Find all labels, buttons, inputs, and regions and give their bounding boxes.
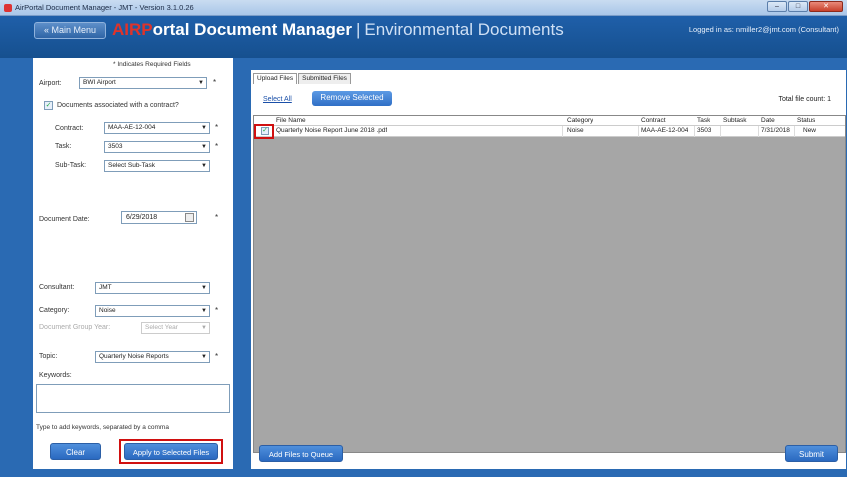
subtask-select[interactable]: Select Sub-Task ▼ [104,160,210,172]
apply-to-selected-button[interactable]: Apply to Selected Files [124,443,218,460]
chevron-down-icon: ▼ [201,308,207,314]
status-cell: New [803,127,817,134]
upload-tabs: Upload Files Submitted Files [253,73,352,84]
cell-divider [720,126,721,137]
tab-upload-files[interactable]: Upload Files [253,73,298,84]
main-menu-button[interactable]: « Main Menu [34,22,106,39]
calendar-icon[interactable] [185,213,194,222]
brand-prefix: AIRP [112,20,153,39]
highlight-box [254,124,274,139]
app-window: AirPortal Document Manager - JMT - Versi… [0,0,847,477]
submit-button[interactable]: Submit [785,445,838,462]
required-note: * Indicates Required Fields [113,61,191,68]
consultant-value: JMT [99,284,112,291]
remove-selected-button[interactable]: Remove Selected [312,91,392,106]
consultant-label: Consultant: [39,284,75,291]
category-select[interactable]: Noise ▼ [95,305,210,317]
total-file-count: Total file count: 1 [778,96,831,103]
column-header[interactable]: Category [567,116,593,126]
chevron-down-icon: ▼ [201,163,207,169]
subtask-label: Sub-Task: [55,162,87,169]
page-subtitle: Environmental Documents [364,20,564,39]
date-cell: 7/31/2018 [761,127,790,134]
cell-divider [794,126,795,137]
topic-select[interactable]: Quarterly Noise Reports ▼ [95,351,210,363]
required-mark: * [213,78,217,87]
group-year-label: Document Group Year: [39,324,111,331]
column-header[interactable]: Status [797,116,815,126]
topic-value: Quarterly Noise Reports [99,353,169,360]
required-mark: * [215,123,219,132]
task-cell: 3503 [697,127,712,134]
brand-name: ortal Document Manager [152,20,352,39]
column-header[interactable]: Date [761,116,775,126]
document-form-panel: * Indicates Required Fields Airport: BWI… [33,58,233,469]
contract-cell: MAA-AE-12-004 [641,127,689,134]
task-select[interactable]: 3503 ▼ [104,141,210,153]
airport-select[interactable]: BWI Airport ▼ [79,77,207,89]
category-value: Noise [99,307,116,314]
app-header: « Main Menu AIRPortal Document Manager | E… [0,16,847,58]
table-row[interactable]: ✓ Quarterly Noise Report June 2018 .pdf … [254,126,845,137]
column-header[interactable]: Subtask [723,116,747,126]
clear-button[interactable]: Clear [50,443,101,460]
contract-checkbox-label: Documents associated with a contract? [57,102,179,109]
column-header[interactable]: Task [697,116,710,126]
chevron-down-icon: ▼ [198,80,204,86]
logged-in-status: Logged in as: nmiller2@jmt.com (Consulta… [688,25,839,34]
add-files-to-queue-button[interactable]: Add Files to Queue [259,445,343,462]
file-grid: File Name Category Contract Task Subtask… [253,115,846,453]
document-date-label: Document Date: [39,216,90,223]
tab-submitted-files[interactable]: Submitted Files [298,73,351,84]
close-button[interactable]: ✕ [809,1,843,12]
subtask-value: Select Sub-Task [108,162,155,169]
maximize-button[interactable]: □ [788,1,808,12]
category-cell: Noise [567,127,584,134]
airport-label: Airport: [39,80,62,87]
title-separator: | [355,20,361,39]
cell-divider [758,126,759,137]
upload-panel: Upload Files Submitted Files Select All … [251,70,846,469]
chevron-down-icon: ▼ [201,125,207,131]
minimize-button[interactable]: ‒ [767,1,787,12]
window-title: AirPortal Document Manager - JMT - Versi… [15,3,194,12]
task-value: 3503 [108,143,123,150]
keywords-label: Keywords: [39,372,72,379]
contract-checkbox[interactable]: ✓ [44,101,53,110]
keywords-hint: Type to add keywords, separated by a com… [36,424,169,431]
chevron-down-icon: ▼ [201,285,207,291]
keywords-input[interactable] [36,384,230,413]
app-icon [4,4,12,12]
document-date-value: 6/29/2018 [126,214,158,221]
group-year-select[interactable]: Select Year ▼ [141,322,210,334]
select-all-link[interactable]: Select All [263,96,292,103]
column-header[interactable]: Contract [641,116,666,126]
grid-header: File Name Category Contract Task Subtask… [254,116,845,126]
contract-select[interactable]: MAA-AE-12-004 ▼ [104,122,210,134]
contract-label: Contract: [55,125,84,132]
chevron-down-icon: ▼ [201,354,207,360]
consultant-select[interactable]: JMT ▼ [95,282,210,294]
required-mark: * [215,213,219,222]
required-mark: * [215,352,219,361]
chevron-down-icon: ▼ [201,144,207,150]
cell-divider [694,126,695,137]
column-header[interactable]: File Name [276,116,306,126]
title-bar: AirPortal Document Manager - JMT - Versi… [0,0,847,16]
file-name-cell: Quarterly Noise Report June 2018 .pdf [276,127,388,134]
airport-value: BWI Airport [83,79,116,86]
cell-divider [562,126,563,137]
task-label: Task: [55,143,72,150]
chevron-down-icon: ▼ [201,325,207,331]
cell-divider [638,126,639,137]
group-year-value: Select Year [145,324,178,331]
contract-value: MAA-AE-12-004 [108,124,156,131]
required-mark: * [215,306,219,315]
required-mark: * [215,142,219,151]
category-label: Category: [39,307,70,314]
topic-label: Topic: [39,353,58,360]
document-date-field[interactable]: 6/29/2018 [121,211,197,224]
window-controls: ‒ □ ✕ [767,1,843,12]
app-title: AIRPortal Document Manager | Environmental… [112,20,564,40]
